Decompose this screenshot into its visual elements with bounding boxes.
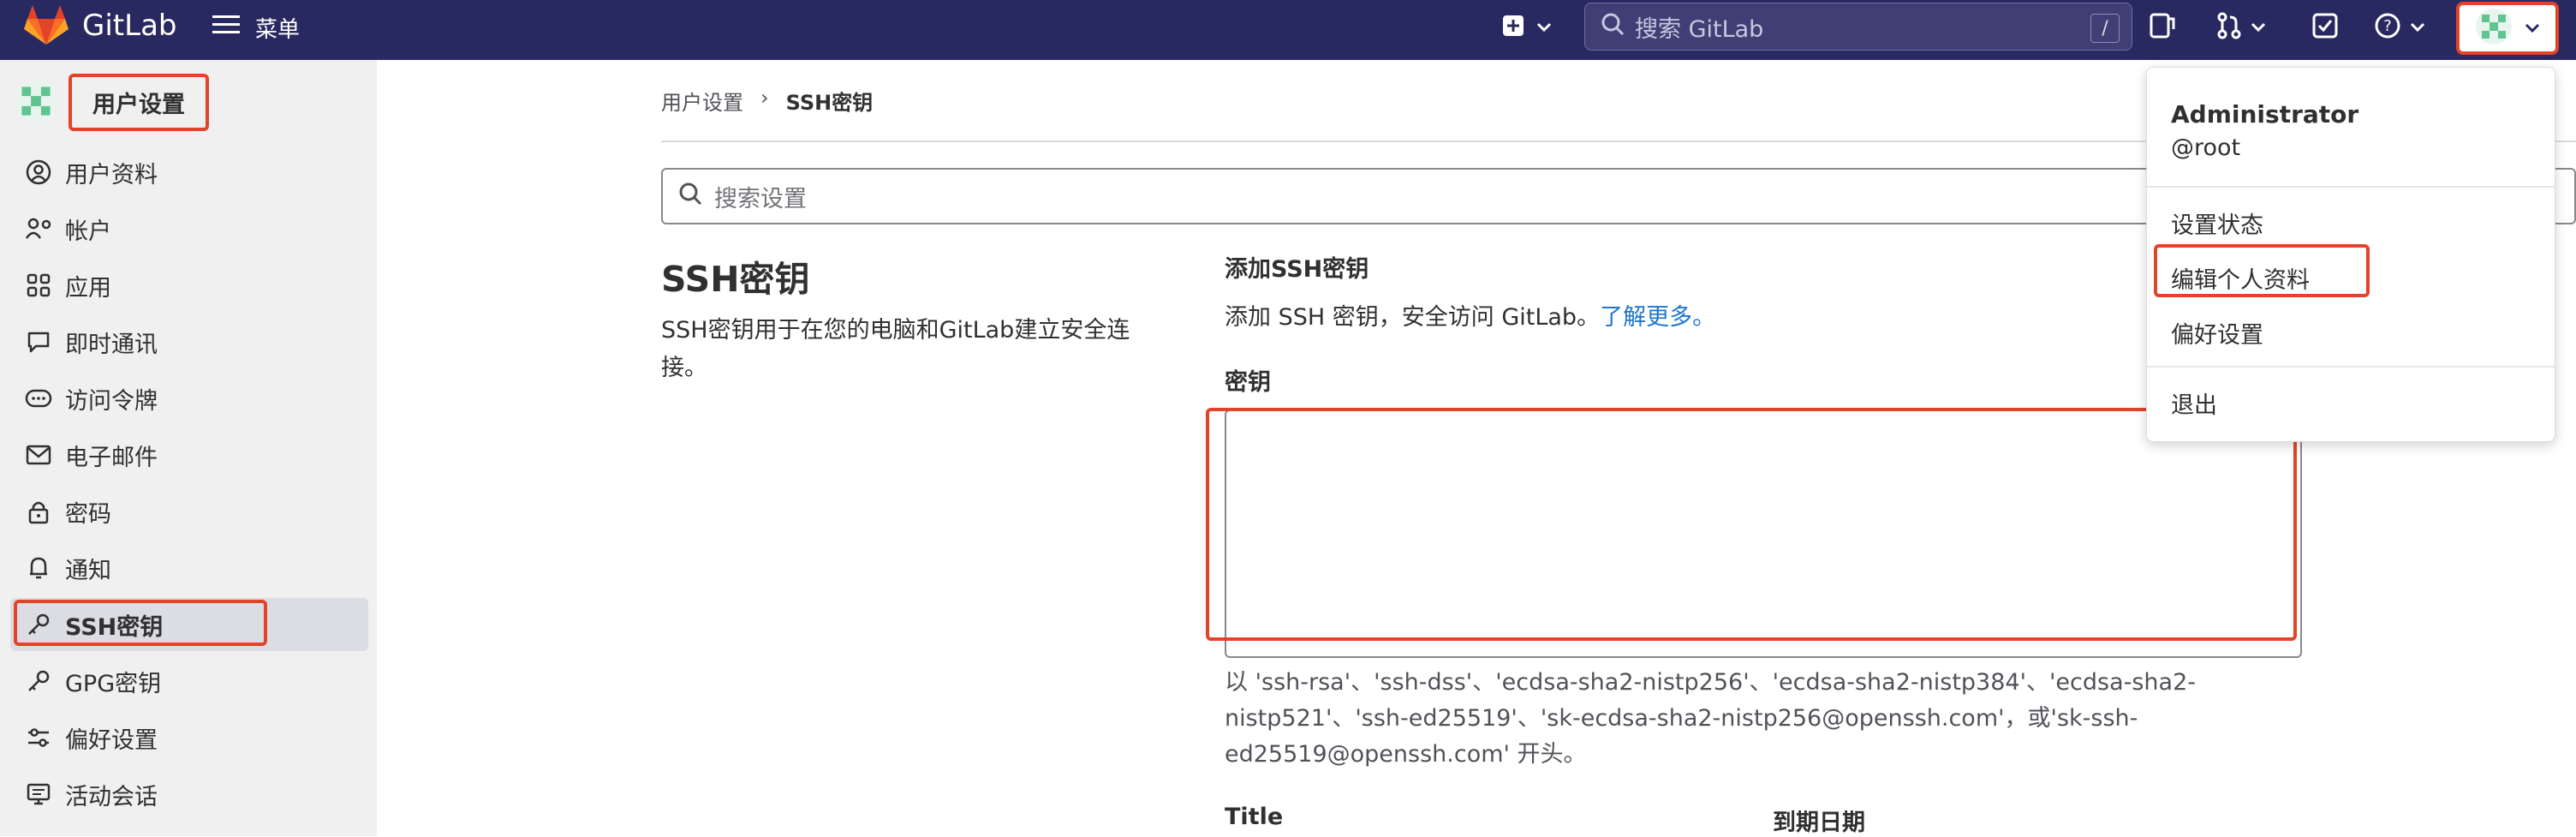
key-field-label: 密钥 xyxy=(1225,369,1271,396)
sidebar-item-label: GPG密钥 xyxy=(65,670,162,697)
settings-sidebar: 用户设置 用户资料 帐户 应用 即时通讯 访问令牌 电子邮件 密码 通知 SSH… xyxy=(0,60,377,836)
chevron-down-icon xyxy=(1536,20,1552,36)
account-settings-icon xyxy=(24,214,53,243)
create-new-button[interactable] xyxy=(1502,10,1552,45)
chevron-down-icon xyxy=(2525,21,2540,37)
set-status-item[interactable]: 设置状态 xyxy=(2171,206,2263,240)
sidebar-nav: 用户资料 帐户 应用 即时通讯 访问令牌 电子邮件 密码 通知 SSH密钥 GP… xyxy=(10,146,368,824)
search-icon xyxy=(678,182,702,212)
sidebar-item-label: 访问令牌 xyxy=(65,387,158,415)
top-navbar: GitLab 菜单 搜索 GitLab / ? xyxy=(0,0,2576,60)
help-circle-icon: ? xyxy=(2374,12,2401,43)
plus-square-icon xyxy=(1502,15,1524,40)
sidebar-title: 用户设置 xyxy=(69,74,209,131)
sidebar-item-applications[interactable]: 应用 xyxy=(10,259,368,312)
page-description: SSH密钥用于在您的电脑和GitLab建立安全连接。 xyxy=(661,317,1130,381)
chevron-down-icon xyxy=(2251,20,2266,36)
sidebar-item-chat[interactable]: 即时通讯 xyxy=(10,315,368,368)
user-menu-dropdown: Administrator @root 设置状态 编辑个人资料 偏好设置 退出 xyxy=(2146,67,2555,442)
sidebar-item-account[interactable]: 帐户 xyxy=(10,202,368,255)
sidebar-item-notifications[interactable]: 通知 xyxy=(10,541,368,595)
title-field-label: Title xyxy=(1225,804,1284,830)
sidebar-item-label: SSH密钥 xyxy=(65,613,164,641)
breadcrumb-parent-link[interactable]: 用户设置 xyxy=(661,86,743,116)
merge-requests-button[interactable] xyxy=(2150,10,2175,45)
user-circle-icon xyxy=(24,158,53,187)
expiry-date-label: 到期日期 xyxy=(1773,810,1865,836)
hamburger-icon xyxy=(212,14,240,42)
breadcrumb: 用户设置 › SSH密钥 xyxy=(661,86,873,116)
sidebar-item-label: 即时通讯 xyxy=(65,331,158,358)
monitor-icon xyxy=(24,780,53,809)
global-search-input[interactable]: 搜索 GitLab / xyxy=(1584,3,2132,51)
breadcrumb-current: SSH密钥 xyxy=(785,91,874,115)
avatar xyxy=(2475,8,2513,49)
token-icon xyxy=(24,384,53,413)
sidebar-item-label: 密码 xyxy=(65,500,111,528)
menu-button[interactable]: 菜单 xyxy=(212,10,300,45)
learn-more-link[interactable]: 了解更多。 xyxy=(1600,304,1715,331)
menu-divider xyxy=(2147,186,2555,188)
sidebar-item-gpg-keys[interactable]: GPG密钥 xyxy=(10,655,368,708)
preferences-item[interactable]: 偏好设置 xyxy=(2171,316,2263,350)
sidebar-item-label: 活动会话 xyxy=(65,783,158,810)
lock-icon xyxy=(24,497,53,526)
sidebar-item-access-tokens[interactable]: 访问令牌 xyxy=(10,372,368,425)
help-button[interactable]: ? xyxy=(2374,10,2425,45)
chevron-down-icon xyxy=(2410,20,2425,36)
settings-search-placeholder: 搜索设置 xyxy=(714,185,807,212)
mail-icon xyxy=(24,440,53,469)
edit-profile-item[interactable]: 编辑个人资料 xyxy=(2171,261,2310,295)
user-handle[interactable]: @root xyxy=(2171,135,2240,161)
sidebar-item-label: 用户资料 xyxy=(65,161,158,188)
sidebar-item-label: 电子邮件 xyxy=(65,444,158,471)
key-help-text: 以 'ssh-rsa'、'ssh-dss'、'ecdsa-sha2-nistp2… xyxy=(1225,669,2197,768)
menu-label: 菜单 xyxy=(255,16,301,43)
sidebar-item-profile[interactable]: 用户资料 xyxy=(10,146,368,199)
sidebar-item-preferences[interactable]: 偏好设置 xyxy=(10,711,368,764)
sign-out-item[interactable]: 退出 xyxy=(2171,386,2217,420)
key-icon xyxy=(24,667,53,696)
key-icon xyxy=(24,610,53,639)
brand-name[interactable]: GitLab xyxy=(82,9,176,43)
sidebar-item-label: 偏好设置 xyxy=(65,726,158,754)
sidebar-item-active-sessions[interactable]: 活动会话 xyxy=(10,768,368,821)
user-avatar-button[interactable] xyxy=(2456,2,2559,55)
svg-text:?: ? xyxy=(2383,17,2392,35)
applications-icon xyxy=(24,271,53,300)
menu-divider xyxy=(2147,366,2555,368)
document-icon xyxy=(2150,12,2175,43)
sidebar-item-label: 应用 xyxy=(65,274,111,302)
sidebar-item-label: 通知 xyxy=(65,557,111,584)
add-key-heading: 添加SSH密钥 xyxy=(1225,256,1369,283)
avatar xyxy=(14,79,58,127)
preferences-icon xyxy=(24,723,53,752)
add-key-description: 添加 SSH 密钥，安全访问 GitLab。了解更多。 xyxy=(1225,298,1715,332)
sidebar-item-password[interactable]: 密码 xyxy=(10,485,368,538)
chevron-right-icon: › xyxy=(760,86,769,110)
merge-request-menu-button[interactable] xyxy=(2216,10,2266,45)
todos-button[interactable] xyxy=(2312,10,2338,45)
gitlab-logo[interactable] xyxy=(24,3,69,46)
search-placeholder: 搜索 GitLab xyxy=(1635,15,1764,43)
user-display-name[interactable]: Administrator xyxy=(2171,100,2358,129)
sidebar-item-ssh-keys[interactable]: SSH密钥 xyxy=(10,598,368,651)
sidebar-item-emails[interactable]: 电子邮件 xyxy=(10,428,368,481)
search-shortcut-hint: / xyxy=(2090,14,2120,43)
add-key-description-text: 添加 SSH 密钥，安全访问 GitLab。 xyxy=(1225,304,1601,331)
bell-icon xyxy=(24,553,53,583)
sidebar-header[interactable]: 用户设置 xyxy=(14,74,209,131)
merge-request-icon xyxy=(2216,12,2242,43)
sidebar-item-label: 帐户 xyxy=(65,218,111,245)
chat-bubble-icon xyxy=(24,327,53,356)
search-icon xyxy=(1601,12,1625,42)
checkbox-icon xyxy=(2312,13,2338,42)
page-title: SSH密钥 xyxy=(661,259,810,300)
key-textarea[interactable] xyxy=(1225,410,2302,658)
